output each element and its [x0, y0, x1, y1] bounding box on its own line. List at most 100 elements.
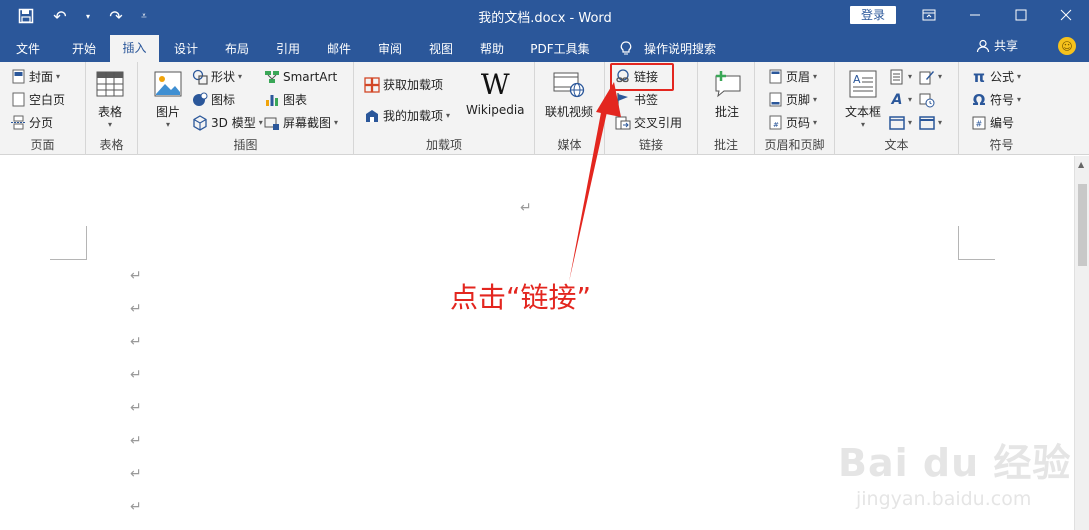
new-comment-button[interactable]: 批注: [711, 68, 743, 120]
redo-icon: ↷: [109, 6, 123, 26]
group-label-text: 文本: [884, 138, 909, 152]
ribbon-display-button[interactable]: [906, 0, 952, 30]
equation-label: 公式: [990, 70, 1015, 84]
smartart-label: SmartArt: [283, 69, 338, 84]
chart-button[interactable]: 图表: [264, 89, 307, 110]
shapes-label: 形状: [211, 70, 236, 84]
undo-dropdown[interactable]: ▾: [80, 4, 96, 28]
icons-icon: [192, 92, 208, 108]
bookmark-icon: [615, 92, 631, 108]
share-label: 共享: [994, 39, 1019, 53]
save-icon: [18, 8, 34, 24]
login-button[interactable]: 登录: [850, 6, 896, 24]
bookmark-button[interactable]: 书签: [615, 89, 658, 110]
page-number-icon: #: [767, 115, 783, 131]
redo-button[interactable]: ↷: [102, 4, 130, 28]
shapes-button[interactable]: 形状 ▾: [192, 66, 242, 87]
tab-layout[interactable]: 布局: [213, 36, 261, 62]
maximize-icon: [1015, 9, 1027, 21]
group-symbols: π 公式 ▾ Ω 符号 ▾ # 编号 符号: [959, 62, 1044, 155]
scroll-up-arrow-icon[interactable]: ▲: [1078, 160, 1084, 169]
customize-qat-button[interactable]: ⩡: [136, 4, 152, 28]
screenshot-icon: [264, 115, 280, 131]
tell-me-search[interactable]: 操作说明搜索: [640, 36, 720, 62]
paragraph-mark: ↵: [130, 268, 142, 284]
header-icon: [767, 69, 783, 85]
page-break-label: 分页: [29, 116, 54, 130]
page-break-button[interactable]: 分页: [10, 112, 53, 133]
get-addins-button[interactable]: 获取加载项: [364, 74, 443, 95]
chart-label: 图表: [283, 93, 308, 107]
footer-button[interactable]: 页脚 ▾: [767, 89, 817, 110]
screenshot-button[interactable]: 屏幕截图 ▾: [264, 112, 338, 133]
object-button[interactable]: ▾: [919, 112, 942, 133]
document-title: 我的文档.docx - Word: [478, 11, 612, 26]
minimize-button[interactable]: [952, 0, 998, 30]
quick-parts-icon: [889, 69, 905, 85]
number-icon: #: [971, 115, 987, 131]
group-label-illustrations: 插图: [233, 138, 258, 152]
tab-review[interactable]: 审阅: [366, 36, 414, 62]
drop-cap-icon: [889, 115, 905, 131]
online-video-button[interactable]: 联机视频: [545, 68, 593, 120]
svg-text:A: A: [853, 73, 861, 86]
paragraph-mark: ↵: [130, 301, 142, 317]
text-box-button[interactable]: A 文本框 ▾: [845, 68, 881, 129]
link-highlight-box: [610, 63, 674, 91]
paragraph-mark: ↵: [520, 200, 532, 216]
footer-icon: [767, 92, 783, 108]
pi-icon: π: [973, 67, 985, 86]
picture-button[interactable]: 图片 ▾: [152, 68, 184, 129]
tab-home[interactable]: 开始: [60, 36, 108, 62]
new-comment-label: 批注: [714, 105, 739, 119]
page-number-button[interactable]: # 页码 ▾: [767, 112, 817, 133]
3d-model-button[interactable]: 3D 模型 ▾: [192, 112, 263, 133]
tab-view[interactable]: 视图: [417, 36, 465, 62]
smartart-button[interactable]: SmartArt: [264, 66, 337, 87]
drop-cap-button[interactable]: ▾: [889, 112, 912, 133]
paragraph-mark: ↵: [130, 400, 142, 416]
symbol-label: 符号: [990, 93, 1015, 107]
close-button[interactable]: [1043, 0, 1089, 30]
scrollbar-thumb[interactable]: [1078, 184, 1087, 266]
online-video-icon: [553, 68, 585, 100]
tab-file[interactable]: 文件: [6, 36, 50, 62]
cover-page-button[interactable]: 封面 ▾: [10, 66, 60, 87]
wikipedia-button[interactable]: W Wikipedia: [466, 68, 525, 118]
undo-button[interactable]: ↶: [46, 4, 74, 28]
tab-references[interactable]: 引用: [264, 36, 312, 62]
my-addins-button[interactable]: 我的加载项 ▾: [364, 105, 450, 126]
tab-pdf-tools[interactable]: PDF工具集: [522, 36, 598, 62]
equation-button[interactable]: π 公式 ▾: [971, 66, 1021, 87]
tab-insert[interactable]: 插入: [110, 35, 159, 62]
paragraph-mark: ↵: [130, 433, 142, 449]
maximize-button[interactable]: [998, 0, 1044, 30]
tab-design[interactable]: 设计: [162, 36, 210, 62]
smiley-feedback-icon[interactable]: ☺: [1058, 37, 1076, 55]
icons-button[interactable]: 图标: [192, 89, 235, 110]
signature-line-button[interactable]: ▾: [919, 66, 942, 87]
blank-page-icon: [10, 92, 26, 108]
store-icon: [364, 76, 380, 93]
quick-parts-button[interactable]: ▾: [889, 66, 912, 87]
comment-icon: [711, 68, 743, 100]
share-button[interactable]: 共享: [976, 37, 1018, 54]
title-bar: ↶ ▾ ↷ ⩡ 我的文档.docx - Word 登录: [0, 0, 1089, 32]
save-button[interactable]: [12, 4, 40, 28]
group-header-footer: 页眉 ▾ 页脚 ▾ # 页码 ▾ 页眉和页脚: [755, 62, 835, 155]
date-time-button[interactable]: [919, 89, 935, 110]
watermark-main-text: Bai du 经验: [838, 441, 1072, 485]
number-button[interactable]: # 编号: [971, 112, 1014, 133]
group-tables: 表格 ▾ 表格: [86, 62, 138, 155]
group-label-media: 媒体: [557, 138, 582, 152]
ribbon: 封面 ▾ 空白页 分页 页面 表格 ▾ 表格 图片 ▾ 形状 ▾ 图标 3D 模…: [0, 62, 1089, 218]
wordart-button[interactable]: A ▾: [889, 89, 912, 110]
text-box-icon: A: [847, 68, 879, 100]
tab-help[interactable]: 帮助: [468, 36, 516, 62]
tab-mailings[interactable]: 邮件: [315, 36, 363, 62]
symbol-button[interactable]: Ω 符号 ▾: [971, 89, 1021, 110]
blank-page-button[interactable]: 空白页: [10, 89, 65, 110]
header-button[interactable]: 页眉 ▾: [767, 66, 817, 87]
cross-reference-button[interactable]: 交叉引用: [615, 112, 682, 133]
table-button[interactable]: 表格 ▾: [94, 68, 126, 129]
